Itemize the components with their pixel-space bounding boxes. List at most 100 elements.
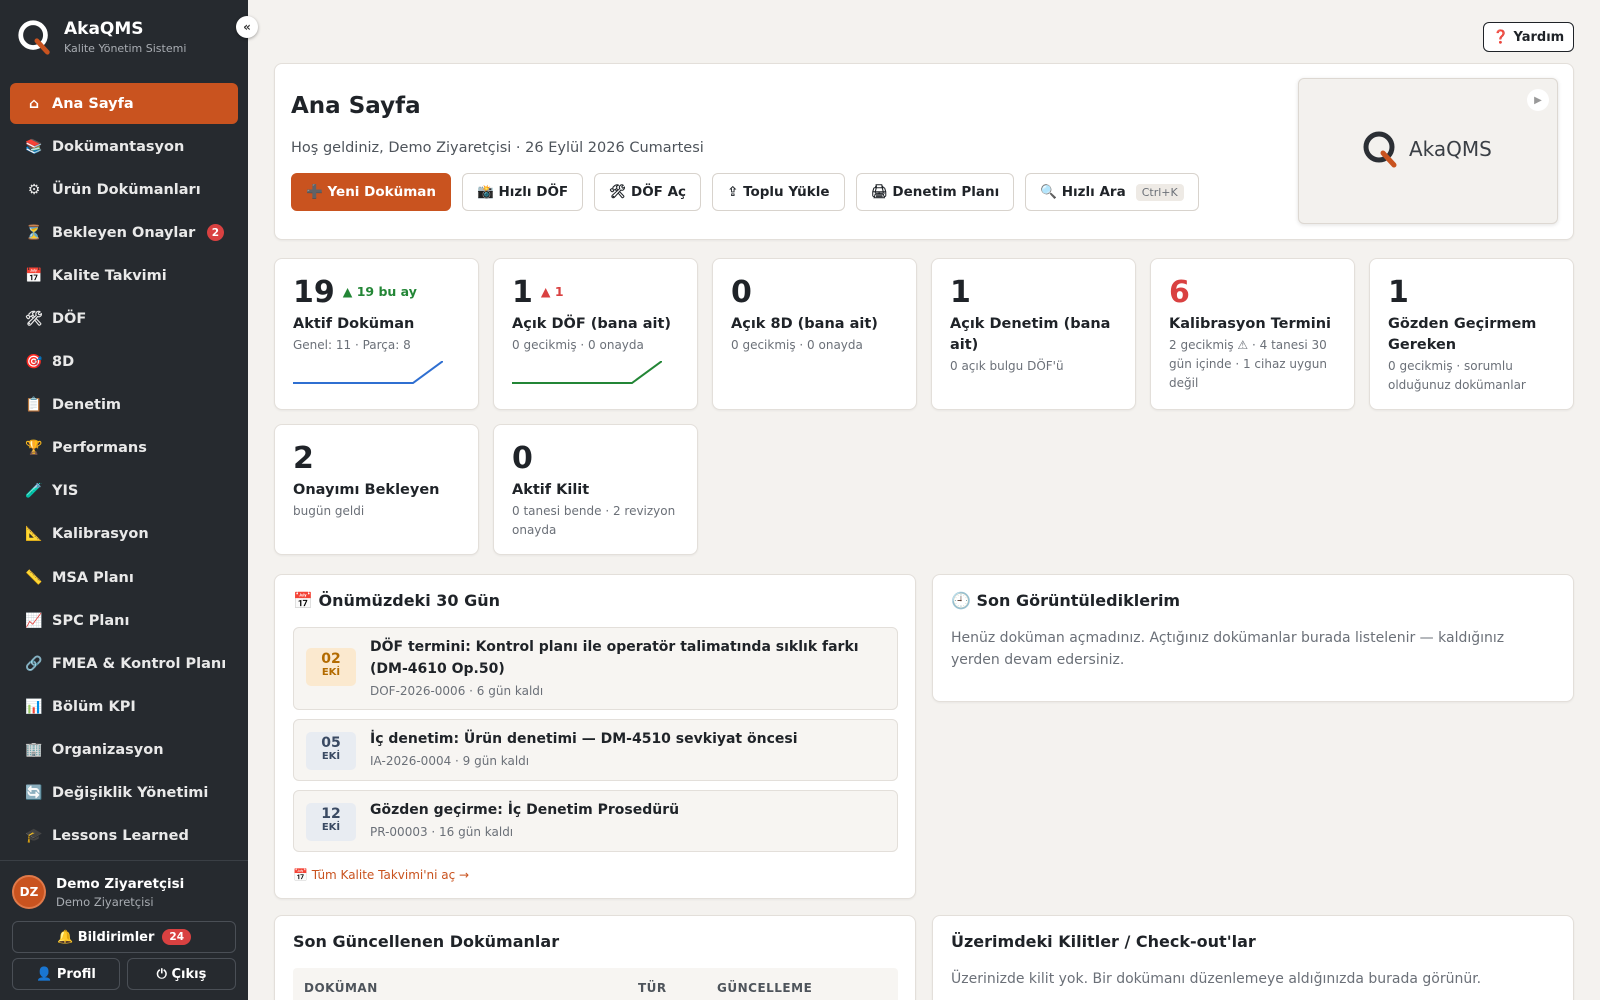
sidebar-item-label: Lessons Learned — [52, 828, 189, 845]
calendar-item[interactable]: 02 EKİ DÖF termini: Kontrol planı ile op… — [293, 627, 898, 710]
stat-value: 1 — [1388, 275, 1409, 310]
sidebar-item-0[interactable]: ⌂ Ana Sayfa — [10, 83, 238, 124]
pending-count-badge: 2 — [206, 224, 224, 242]
stat-label: Kalibrasyon Termini — [1169, 316, 1332, 332]
date-day: 05 — [321, 735, 341, 751]
user-name: Demo Ziyaretçisi — [56, 875, 185, 892]
sidebar-item-5[interactable]: 🛠 DÖF — [10, 298, 238, 339]
notifications-count-badge: 24 — [162, 929, 192, 945]
sidebar-item-6[interactable]: 🎯 8D — [10, 342, 238, 383]
action-button-4[interactable]: 🖨 Denetim Planı — [855, 173, 1015, 211]
sidebar-item-12[interactable]: 📈 SPC Planı — [10, 600, 238, 641]
sidebar-footer: DZ Demo Ziyaretçisi Demo Ziyaretçisi 🔔 B… — [0, 860, 248, 990]
locks-empty-text: Üzerinizde kilit yok. Bir dokümanı düzen… — [951, 971, 1482, 987]
nav-icon: 📚 — [25, 138, 43, 155]
calendar-item-title: DÖF termini: Kontrol planı ile operatör … — [370, 639, 859, 677]
profile-button[interactable]: 👤 Profil — [12, 958, 120, 990]
nav-icon: 🔄 — [25, 785, 43, 801]
nav-icon: 🔗 — [25, 655, 43, 672]
action-button-5[interactable]: 🔍 Hızlı Ara Ctrl+K — [1025, 173, 1199, 211]
action-button-0[interactable]: ➕ Yeni Doküman — [291, 173, 451, 211]
stat-value: 0 — [512, 441, 533, 476]
sidebar-item-label: Bölüm KPI — [52, 698, 136, 715]
column-header-document[interactable]: DOKÜMAN — [304, 981, 378, 995]
stat-subtext: 0 tanesi bende · 2 revizyon onayda — [512, 504, 676, 537]
action-label: 🛠 DÖF Aç — [609, 184, 687, 200]
calendar-item-meta: IA-2026-0004 · 9 gün kaldı — [370, 754, 530, 768]
stat-card[interactable]: 0 Açık 8D (bana ait) 0 gecikmiş · 0 onayda — [712, 258, 917, 410]
date-day: 12 — [321, 806, 341, 822]
stat-number: 0 — [512, 441, 533, 476]
date-badge: 12 EKİ — [306, 803, 356, 841]
sidebar-item-9[interactable]: 🧪 YIS — [10, 471, 238, 512]
help-button[interactable]: ❓ Yardım — [1483, 22, 1574, 52]
action-button-1[interactable]: 📸 Hızlı DÖF — [462, 173, 584, 211]
collapse-sidebar-button[interactable]: « — [236, 16, 258, 38]
locks-title: Üzerimdeki Kilitler / Check-out'lar — [951, 932, 1256, 951]
nav-icon: 📊 — [25, 698, 43, 715]
stat-value: 0 — [731, 275, 752, 310]
stat-subtext: 0 gecikmiş · sorumlu olduğunuz dokümanla… — [1388, 359, 1526, 392]
play-icon[interactable]: ▶ — [1527, 89, 1549, 111]
nav-icon: 📏 — [25, 569, 43, 586]
stat-card[interactable]: 2 Onayımı Bekleyen bugün geldi — [274, 424, 479, 555]
stat-card[interactable]: 0 Aktif Kilit 0 tanesi bende · 2 revizyon … — [493, 424, 698, 555]
sidebar-item-4[interactable]: 📅 Kalite Takvimi — [10, 255, 238, 296]
sidebar-item-11[interactable]: 📏 MSA Planı — [10, 557, 238, 598]
stat-number: 1 — [512, 275, 533, 310]
brand[interactable]: AkaQMS Kalite Yönetim Sistemi — [16, 18, 186, 56]
stat-subtext: 0 açık bulgu DÖF'ü — [950, 359, 1064, 373]
calendar-link[interactable]: 📅 Tüm Kalite Takvimi'ni aç → — [293, 868, 469, 882]
sidebar-item-label: MSA Planı — [52, 569, 134, 586]
stat-label: Açık DÖF (bana ait) — [512, 316, 672, 332]
stat-subtext: 2 gecikmiş ⚠ · 4 tanesi 30 gün içinde · … — [1169, 338, 1327, 390]
sidebar-item-label: Performans — [52, 440, 147, 457]
action-label: 📸 Hızlı DÖF — [477, 184, 569, 200]
stat-card[interactable]: 6 Kalibrasyon Termini 2 gecikmiş ⚠ · 4 tan… — [1150, 258, 1355, 410]
sidebar-item-14[interactable]: 📊 Bölüm KPI — [10, 686, 238, 727]
action-button-3[interactable]: ⇪ Toplu Yükle — [712, 173, 845, 211]
upcoming-title: 📅 Önümüzdeki 30 Gün — [293, 591, 500, 610]
sidebar-item-7[interactable]: 📋 Denetim — [10, 385, 238, 426]
sidebar-item-2[interactable]: ⚙ Ürün Dokümanları — [10, 169, 238, 210]
user-info[interactable]: DZ Demo Ziyaretçisi Demo Ziyaretçisi — [12, 875, 184, 909]
sidebar-item-17[interactable]: 🎓 Lessons Learned — [10, 816, 238, 857]
calendar-item[interactable]: 12 EKİ Gözden geçirme: İç Denetim Prosed… — [293, 790, 898, 852]
logo-icon — [1363, 131, 1397, 168]
sidebar-item-3[interactable]: ⏳ Bekleyen Onaylar 2 — [10, 212, 238, 253]
sidebar-item-1[interactable]: 📚 Dokümantasyon — [10, 126, 238, 167]
nav-icon: ⚙ — [27, 181, 41, 198]
date-day: 02 — [321, 651, 341, 667]
sidebar-item-13[interactable]: 🔗 FMEA & Kontrol Planı — [10, 643, 238, 684]
nav-icon: 🛠 — [25, 310, 43, 327]
stat-card[interactable]: 1 ▲ 1 Açık DÖF (bana ait) 0 gecikmiş · 0 on… — [493, 258, 698, 410]
sidebar-item-label: Kalite Takvimi — [52, 267, 167, 284]
calendar-item-title: Gözden geçirme: İç Denetim Prosedürü — [370, 802, 680, 818]
stat-label: Gözden Geçirmem Gereken — [1388, 316, 1537, 353]
sidebar-item-label: SPC Planı — [52, 612, 130, 629]
sidebar-item-16[interactable]: 🔄 Değişiklik Yönetimi — [10, 773, 238, 814]
hero-card: Ana Sayfa Hoş geldiniz, Demo Ziyaretçisi… — [274, 63, 1574, 240]
sidebar-item-10[interactable]: 📐 Kalibrasyon — [10, 514, 238, 555]
sparkline — [512, 361, 662, 384]
sidebar-item-label: FMEA & Kontrol Planı — [52, 655, 227, 672]
stat-card[interactable]: 19 ▲ 19 bu ay Aktif Doküman Genel: 11 · Par… — [274, 258, 479, 410]
stat-card[interactable]: 1 Gözden Geçirmem Gereken 0 gecikmiş · sor… — [1369, 258, 1574, 410]
logout-button[interactable]: ⏻ Çıkış — [127, 958, 236, 990]
stat-card[interactable]: 1 Açık Denetim (bana ait) 0 açık bulgu DÖF… — [931, 258, 1136, 410]
sidebar-item-8[interactable]: 🏆 Performans — [10, 428, 238, 469]
shortcut-hint: Ctrl+K — [1135, 183, 1184, 201]
stat-subtext: bugün geldi — [293, 504, 365, 518]
calendar-item-title: İç denetim: Ürün denetimi — DM-4510 sevk… — [370, 731, 798, 747]
stat-number: 2 — [293, 441, 314, 476]
welcome-text: Hoş geldiniz, Demo Ziyaretçisi · 26 Eylü… — [291, 140, 704, 156]
date-month: EKİ — [321, 751, 341, 762]
notifications-button[interactable]: 🔔 Bildirimler 24 — [12, 921, 236, 953]
calendar-item[interactable]: 05 EKİ İç denetim: Ürün denetimi — DM-45… — [293, 719, 898, 781]
sidebar-item-15[interactable]: 🏢 Organizasyon — [10, 729, 238, 770]
column-header-updated[interactable]: GÜNCELLEME — [717, 981, 812, 995]
nav-icon: 🎯 — [25, 354, 43, 371]
intro-video[interactable]: AkaQMS ▶ — [1298, 78, 1558, 224]
column-header-type[interactable]: TÜR — [638, 981, 667, 995]
action-button-2[interactable]: 🛠 DÖF Aç — [594, 173, 702, 211]
